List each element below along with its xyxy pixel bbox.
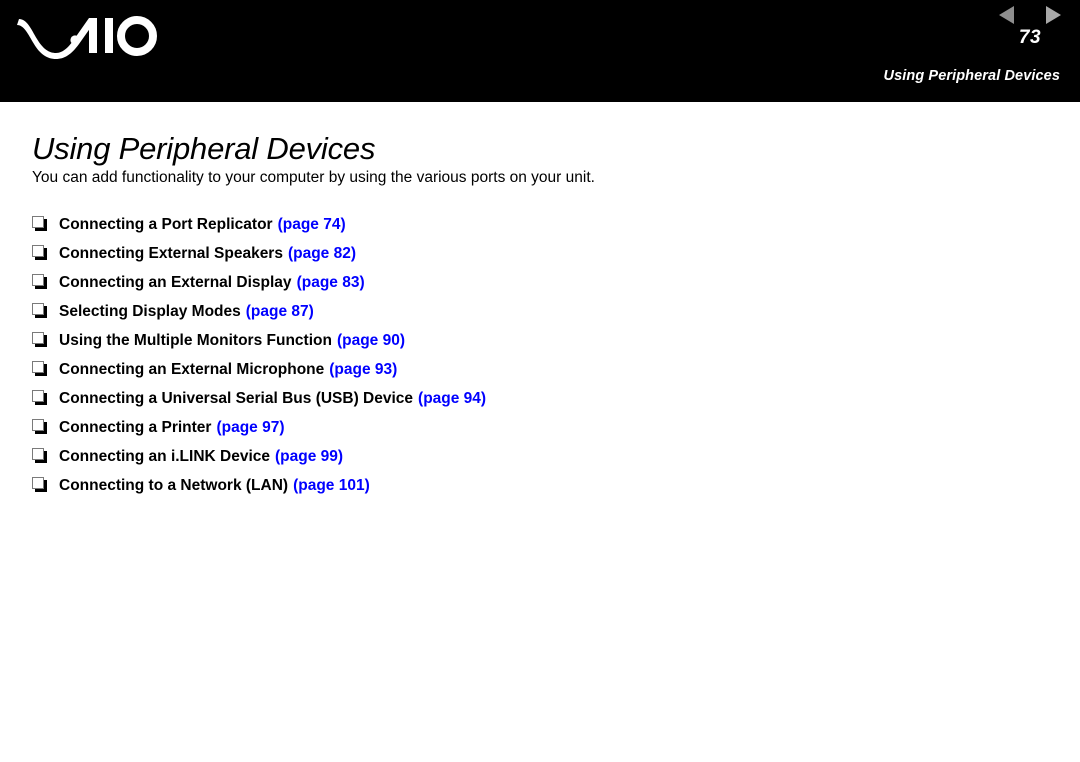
vaio-logo xyxy=(17,13,157,59)
hollow-square-bullet-icon xyxy=(29,297,59,326)
hollow-square-bullet-icon xyxy=(29,384,59,413)
toc-item-page-link[interactable]: (page 101) xyxy=(293,471,370,500)
nav-arrow-group xyxy=(999,6,1061,24)
hollow-square-bullet-icon xyxy=(29,471,59,500)
toc-item-label: Connecting a Port Replicator xyxy=(59,216,273,233)
triangle-left-icon[interactable] xyxy=(999,6,1014,24)
toc-item-label: Connecting a Universal Serial Bus (USB) … xyxy=(59,390,414,407)
page-body: Using Peripheral Devices You can add fun… xyxy=(0,102,1080,762)
toc-list: Connecting a Port Replicator (page 74) Con… xyxy=(29,210,1029,500)
page-title: Using Peripheral Devices xyxy=(32,130,376,166)
list-item[interactable]: Connecting External Speakers (page 82) xyxy=(29,239,1029,268)
hollow-square-bullet-icon xyxy=(29,326,59,355)
toc-item-page-link[interactable]: (page 87) xyxy=(246,297,314,326)
list-item[interactable]: Connecting an i.LINK Device (page 99) xyxy=(29,442,1029,471)
toc-item-label: Connecting an External Display xyxy=(59,274,292,291)
list-item[interactable]: Connecting a Port Replicator (page 74) xyxy=(29,210,1029,239)
hollow-square-bullet-icon xyxy=(29,210,59,239)
toc-item-label: Connecting an i.LINK Device xyxy=(59,448,271,465)
triangle-right-icon[interactable] xyxy=(1046,6,1061,24)
list-item[interactable]: Selecting Display Modes (page 87) xyxy=(29,297,1029,326)
list-item[interactable]: Connecting to a Network (LAN) (page 101) xyxy=(29,471,1029,500)
toc-item-label: Connecting to a Network (LAN) xyxy=(59,477,289,494)
toc-item-page-link[interactable]: (page 97) xyxy=(216,413,284,442)
toc-item-page-link[interactable]: (page 93) xyxy=(329,355,397,384)
intro-paragraph: You can add functionality to your comput… xyxy=(32,168,595,186)
toc-item-label: Selecting Display Modes xyxy=(59,303,241,320)
hollow-square-bullet-icon xyxy=(29,355,59,384)
list-item[interactable]: Connecting an External Display (page 83) xyxy=(29,268,1029,297)
page-number: 73 xyxy=(1018,27,1042,48)
toc-item-page-link[interactable]: (page 83) xyxy=(297,268,365,297)
toc-item-label: Connecting External Speakers xyxy=(59,245,283,262)
list-item[interactable]: Using the Multiple Monitors Function (pag… xyxy=(29,326,1029,355)
toc-item-label: Connecting a Printer xyxy=(59,419,212,436)
list-item[interactable]: Connecting an External Microphone (page 9… xyxy=(29,355,1029,384)
toc-item-label: Connecting an External Microphone xyxy=(59,361,325,378)
toc-item-page-link[interactable]: (page 82) xyxy=(288,239,356,268)
list-item[interactable]: Connecting a Universal Serial Bus (USB) … xyxy=(29,384,1029,413)
page-navigation[interactable]: 73 xyxy=(994,6,1066,49)
hollow-square-bullet-icon xyxy=(29,239,59,268)
hollow-square-bullet-icon xyxy=(29,442,59,471)
running-header-title: Using Peripheral Devices xyxy=(883,68,1060,84)
toc-item-page-link[interactable]: (page 74) xyxy=(278,210,346,239)
toc-item-label: Using the Multiple Monitors Function xyxy=(59,332,332,349)
toc-item-page-link[interactable]: (page 90) xyxy=(337,326,405,355)
toc-item-page-link[interactable]: (page 94) xyxy=(418,384,486,413)
hollow-square-bullet-icon xyxy=(29,268,59,297)
list-item[interactable]: Connecting a Printer (page 97) xyxy=(29,413,1029,442)
toc-item-page-link[interactable]: (page 99) xyxy=(275,442,343,471)
hollow-square-bullet-icon xyxy=(29,413,59,442)
page-header-band: 73 Using Peripheral Devices xyxy=(0,0,1080,102)
